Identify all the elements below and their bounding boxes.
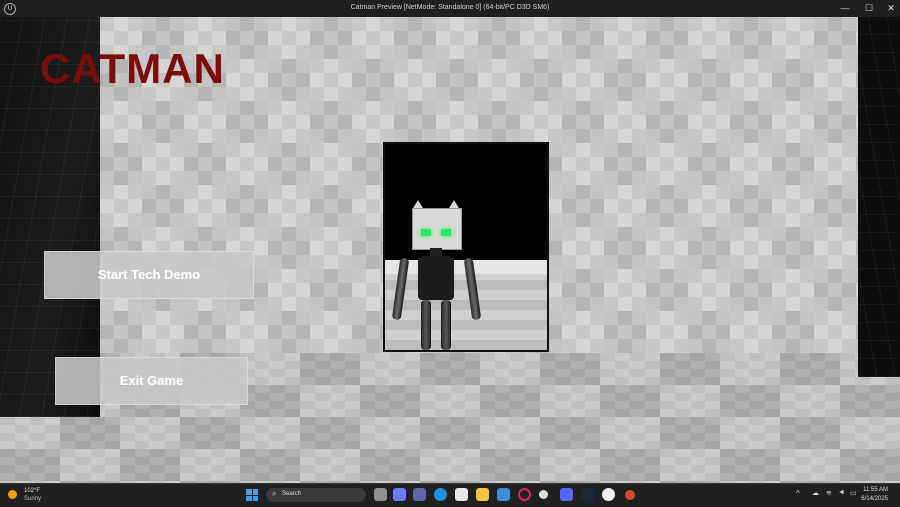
close-button[interactable]: ✕ [880,0,900,17]
clock-time[interactable]: 11:55 AM [863,487,888,493]
game-icon[interactable] [625,490,635,500]
cat-left-leg [421,300,431,350]
game-viewport[interactable]: CATMAN Start Tech Demo Exit Game [0,17,900,483]
opera-icon[interactable] [518,488,531,501]
taskbar-search[interactable]: ⌕ Search [266,488,366,502]
cat-left-eye [421,229,431,236]
unreal-icon[interactable] [602,488,615,501]
cat-body [418,256,454,300]
cat-left-arm [391,257,410,321]
steam-icon[interactable] [581,488,594,501]
obs-icon[interactable] [539,490,548,499]
folder-icon[interactable] [476,488,489,501]
catman-character [388,200,488,352]
cat-right-eye [441,229,451,236]
windows-start-icon[interactable] [246,489,258,501]
wifi-icon[interactable]: ≋ [826,489,832,497]
sun-icon[interactable] [8,490,17,499]
game-logo: CATMAN [40,45,225,92]
cat-right-leg [441,300,451,350]
maximize-button[interactable]: ☐ [858,0,880,17]
discord-icon[interactable] [560,488,573,501]
edge-icon[interactable] [434,488,447,501]
start-tech-demo-button[interactable]: Start Tech Demo [44,251,254,299]
dark-right-wall [858,17,900,377]
clock-date[interactable]: 6/14/2025 [861,496,888,502]
cat-right-arm [463,257,482,321]
weather-condition[interactable]: Sunny [24,496,41,502]
exit-game-button[interactable]: Exit Game [55,357,248,405]
cloud-icon[interactable]: ☁ [812,489,819,497]
volume-icon[interactable]: ◄ [838,489,845,496]
search-placeholder: Search [282,491,302,497]
cat-neck [430,248,442,256]
store-icon[interactable] [455,488,468,501]
search-icon: ⌕ [272,489,277,498]
minimize-button[interactable]: — [834,0,856,17]
weather-temperature[interactable]: 102°F [24,488,40,494]
photos-icon[interactable] [497,488,510,501]
teams-icon[interactable] [413,488,426,501]
window-title: Catman Preview [NetMode: Standalone 0] (… [350,4,550,11]
copilot-icon[interactable] [393,488,406,501]
window-title-bar: U Catman Preview [NetMode: Standalone 0]… [0,0,900,17]
cat-head [412,208,462,250]
windows-taskbar: 102°F Sunny ⌕ Search ^ ☁ ≋ ◄ ▭ 11:55 AM … [0,483,900,507]
chevron-up-icon[interactable]: ^ [796,489,800,498]
battery-icon[interactable]: ▭ [850,489,857,497]
task-view-icon[interactable] [374,488,387,501]
